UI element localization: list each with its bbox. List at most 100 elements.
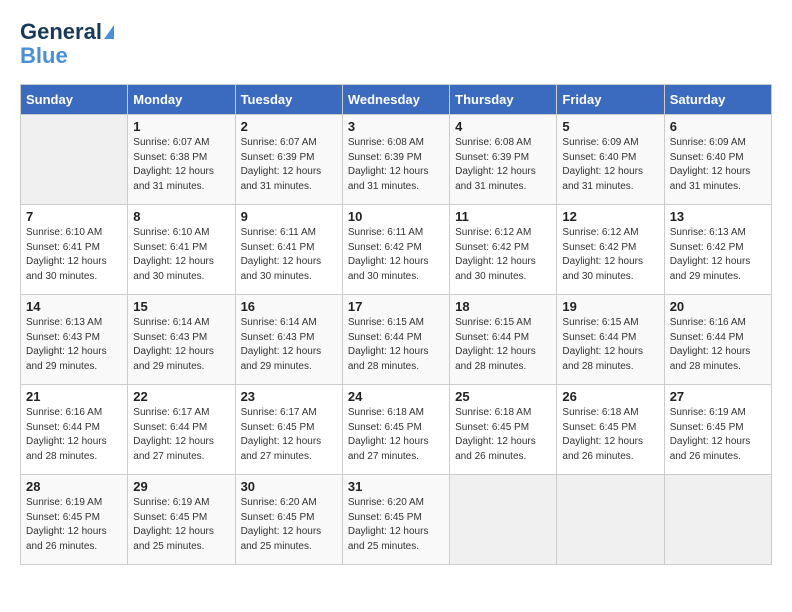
day-number: 29: [133, 479, 229, 494]
logo-triangle-icon: [104, 25, 114, 39]
calendar-cell: 13 Sunrise: 6:13 AMSunset: 6:42 PMDayligh…: [664, 205, 771, 295]
calendar-cell: 31 Sunrise: 6:20 AMSunset: 6:45 PMDayligh…: [342, 475, 449, 565]
day-number: 3: [348, 119, 444, 134]
calendar-cell: 7 Sunrise: 6:10 AMSunset: 6:41 PMDaylight…: [21, 205, 128, 295]
calendar-cell: 15Sunrise: 6:14 AMSunset: 6:43 PMDayligh…: [128, 295, 235, 385]
weekday-header-monday: Monday: [128, 85, 235, 115]
day-info: Sunrise: 6:17 AMSunset: 6:44 PMDaylight:…: [133, 406, 229, 464]
day-number: 20: [670, 299, 766, 314]
calendar-header: SundayMondayTuesdayWednesdayThursdayFrid…: [21, 85, 772, 115]
day-number: 23: [241, 389, 337, 404]
calendar-cell: [450, 475, 557, 565]
day-number: 1: [133, 119, 229, 134]
day-info: Sunrise: 6:10 AMSunset: 6:41 PMDaylight:…: [26, 226, 122, 284]
day-number: 19: [562, 299, 658, 314]
calendar-cell: 4 Sunrise: 6:08 AMSunset: 6:39 PMDaylight…: [450, 115, 557, 205]
day-number: 6: [670, 119, 766, 134]
day-info: Sunrise: 6:20 AMSunset: 6:45 PMDaylight:…: [241, 496, 337, 554]
logo-text-general: General: [20, 20, 102, 44]
day-info: Sunrise: 6:13 AMSunset: 6:43 PMDaylight:…: [26, 316, 122, 374]
day-number: 21: [26, 389, 122, 404]
calendar-cell: 17 Sunrise: 6:15 AMSunset: 6:44 PMDayligh…: [342, 295, 449, 385]
day-info: Sunrise: 6:07 AMSunset: 6:39 PMDaylight:…: [241, 136, 337, 194]
calendar-cell: [21, 115, 128, 205]
day-number: 7: [26, 209, 122, 224]
day-info: Sunrise: 6:17 AMSunset: 6:45 PMDaylight:…: [241, 406, 337, 464]
day-number: 26: [562, 389, 658, 404]
calendar-cell: 9 Sunrise: 6:11 AMSunset: 6:41 PMDaylight…: [235, 205, 342, 295]
day-number: 10: [348, 209, 444, 224]
week-row-1: 1 Sunrise: 6:07 AMSunset: 6:38 PMDaylight…: [21, 115, 772, 205]
day-info: Sunrise: 6:15 AMSunset: 6:44 PMDaylight:…: [348, 316, 444, 374]
calendar-cell: 8 Sunrise: 6:10 AMSunset: 6:41 PMDaylight…: [128, 205, 235, 295]
day-number: 17: [348, 299, 444, 314]
day-number: 2: [241, 119, 337, 134]
day-info: Sunrise: 6:18 AMSunset: 6:45 PMDaylight:…: [562, 406, 658, 464]
weekday-header-saturday: Saturday: [664, 85, 771, 115]
calendar-cell: 14 Sunrise: 6:13 AMSunset: 6:43 PMDayligh…: [21, 295, 128, 385]
calendar-cell: 2 Sunrise: 6:07 AMSunset: 6:39 PMDaylight…: [235, 115, 342, 205]
calendar-cell: 10Sunrise: 6:11 AMSunset: 6:42 PMDayligh…: [342, 205, 449, 295]
weekday-row: SundayMondayTuesdayWednesdayThursdayFrid…: [21, 85, 772, 115]
calendar-cell: 12 Sunrise: 6:12 AMSunset: 6:42 PMDayligh…: [557, 205, 664, 295]
day-number: 31: [348, 479, 444, 494]
day-info: Sunrise: 6:16 AMSunset: 6:44 PMDaylight:…: [26, 406, 122, 464]
day-info: Sunrise: 6:09 AMSunset: 6:40 PMDaylight:…: [562, 136, 658, 194]
weekday-header-wednesday: Wednesday: [342, 85, 449, 115]
day-info: Sunrise: 6:14 AMSunset: 6:43 PMDaylight:…: [133, 316, 229, 374]
day-number: 24: [348, 389, 444, 404]
day-info: Sunrise: 6:18 AMSunset: 6:45 PMDaylight:…: [348, 406, 444, 464]
page-header: General Blue: [20, 20, 772, 68]
calendar-cell: 25Sunrise: 6:18 AMSunset: 6:45 PMDayligh…: [450, 385, 557, 475]
day-info: Sunrise: 6:11 AMSunset: 6:41 PMDaylight:…: [241, 226, 337, 284]
day-number: 12: [562, 209, 658, 224]
calendar-cell: 3Sunrise: 6:08 AMSunset: 6:39 PMDaylight…: [342, 115, 449, 205]
day-info: Sunrise: 6:19 AMSunset: 6:45 PMDaylight:…: [26, 496, 122, 554]
day-number: 27: [670, 389, 766, 404]
calendar-cell: 24 Sunrise: 6:18 AMSunset: 6:45 PMDayligh…: [342, 385, 449, 475]
calendar-cell: 5Sunrise: 6:09 AMSunset: 6:40 PMDaylight…: [557, 115, 664, 205]
calendar-cell: 30 Sunrise: 6:20 AMSunset: 6:45 PMDayligh…: [235, 475, 342, 565]
week-row-2: 7 Sunrise: 6:10 AMSunset: 6:41 PMDaylight…: [21, 205, 772, 295]
calendar-cell: [557, 475, 664, 565]
day-number: 28: [26, 479, 122, 494]
day-number: 11: [455, 209, 551, 224]
calendar-cell: 6 Sunrise: 6:09 AMSunset: 6:40 PMDaylight…: [664, 115, 771, 205]
day-info: Sunrise: 6:15 AMSunset: 6:44 PMDaylight:…: [562, 316, 658, 374]
day-info: Sunrise: 6:20 AMSunset: 6:45 PMDaylight:…: [348, 496, 444, 554]
calendar-cell: 29Sunrise: 6:19 AMSunset: 6:45 PMDayligh…: [128, 475, 235, 565]
weekday-header-sunday: Sunday: [21, 85, 128, 115]
logo-text-blue: Blue: [20, 44, 68, 68]
day-info: Sunrise: 6:07 AMSunset: 6:38 PMDaylight:…: [133, 136, 229, 194]
day-number: 13: [670, 209, 766, 224]
day-info: Sunrise: 6:14 AMSunset: 6:43 PMDaylight:…: [241, 316, 337, 374]
day-info: Sunrise: 6:09 AMSunset: 6:40 PMDaylight:…: [670, 136, 766, 194]
day-info: Sunrise: 6:18 AMSunset: 6:45 PMDaylight:…: [455, 406, 551, 464]
day-number: 30: [241, 479, 337, 494]
calendar-table: SundayMondayTuesdayWednesdayThursdayFrid…: [20, 84, 772, 565]
weekday-header-tuesday: Tuesday: [235, 85, 342, 115]
day-number: 16: [241, 299, 337, 314]
day-number: 8: [133, 209, 229, 224]
day-number: 14: [26, 299, 122, 314]
calendar-cell: 23 Sunrise: 6:17 AMSunset: 6:45 PMDayligh…: [235, 385, 342, 475]
calendar-cell: 22 Sunrise: 6:17 AMSunset: 6:44 PMDayligh…: [128, 385, 235, 475]
calendar-cell: 11Sunrise: 6:12 AMSunset: 6:42 PMDayligh…: [450, 205, 557, 295]
calendar-cell: 18 Sunrise: 6:15 AMSunset: 6:44 PMDayligh…: [450, 295, 557, 385]
day-number: 18: [455, 299, 551, 314]
calendar-body: 1 Sunrise: 6:07 AMSunset: 6:38 PMDaylight…: [21, 115, 772, 565]
day-info: Sunrise: 6:08 AMSunset: 6:39 PMDaylight:…: [455, 136, 551, 194]
day-number: 22: [133, 389, 229, 404]
week-row-3: 14 Sunrise: 6:13 AMSunset: 6:43 PMDayligh…: [21, 295, 772, 385]
day-number: 9: [241, 209, 337, 224]
day-info: Sunrise: 6:16 AMSunset: 6:44 PMDaylight:…: [670, 316, 766, 374]
calendar-cell: 19 Sunrise: 6:15 AMSunset: 6:44 PMDayligh…: [557, 295, 664, 385]
day-info: Sunrise: 6:15 AMSunset: 6:44 PMDaylight:…: [455, 316, 551, 374]
day-info: Sunrise: 6:12 AMSunset: 6:42 PMDaylight:…: [562, 226, 658, 284]
calendar-cell: 16 Sunrise: 6:14 AMSunset: 6:43 PMDayligh…: [235, 295, 342, 385]
weekday-header-thursday: Thursday: [450, 85, 557, 115]
calendar-cell: 26 Sunrise: 6:18 AMSunset: 6:45 PMDayligh…: [557, 385, 664, 475]
day-info: Sunrise: 6:13 AMSunset: 6:42 PMDaylight:…: [670, 226, 766, 284]
day-info: Sunrise: 6:10 AMSunset: 6:41 PMDaylight:…: [133, 226, 229, 284]
day-number: 4: [455, 119, 551, 134]
